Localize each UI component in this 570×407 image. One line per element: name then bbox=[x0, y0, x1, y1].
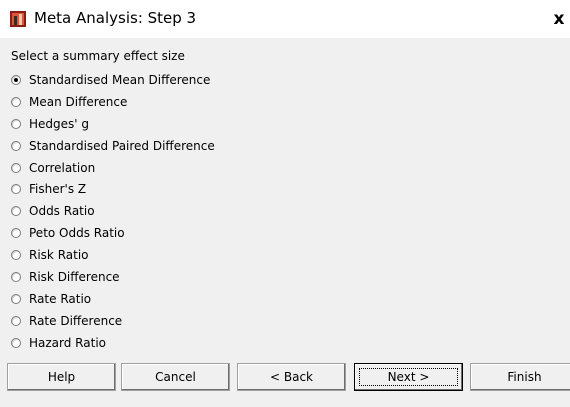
cancel-button[interactable]: Cancel bbox=[121, 363, 230, 391]
radio-option-standardised-mean-difference[interactable]: Standardised Mean Difference bbox=[11, 69, 215, 91]
title-bar[interactable]: Meta Analysis: Step 3 x bbox=[0, 0, 570, 39]
radio-label[interactable]: Peto Odds Ratio bbox=[29, 226, 125, 240]
radio-label[interactable]: Mean Difference bbox=[29, 95, 127, 109]
radio-label[interactable]: Risk Ratio bbox=[29, 248, 89, 262]
radio-label[interactable]: Rate Ratio bbox=[29, 292, 91, 306]
radio-button-icon[interactable] bbox=[11, 250, 21, 261]
radio-button-icon[interactable] bbox=[11, 96, 21, 107]
radio-option-hazard-ratio[interactable]: Hazard Ratio bbox=[11, 332, 215, 354]
radio-label[interactable]: Correlation bbox=[29, 161, 95, 175]
help-button-label: Help bbox=[47, 370, 76, 384]
window-title: Meta Analysis: Step 3 bbox=[34, 9, 197, 27]
radio-label[interactable]: Standardised Paired Difference bbox=[29, 139, 215, 153]
radio-option-mean-difference[interactable]: Mean Difference bbox=[11, 91, 215, 113]
finish-button[interactable]: Finish bbox=[470, 363, 570, 391]
radio-label[interactable]: Rate Difference bbox=[29, 314, 122, 328]
back-button-label: < Back bbox=[269, 370, 313, 384]
radio-button-icon[interactable] bbox=[11, 315, 21, 326]
radio-option-rate-ratio[interactable]: Rate Ratio bbox=[11, 288, 215, 310]
radio-option-correlation[interactable]: Correlation bbox=[11, 157, 215, 179]
app-icon bbox=[10, 11, 26, 27]
radio-button-icon[interactable] bbox=[11, 74, 21, 85]
radio-label[interactable]: Hedges' g bbox=[29, 117, 89, 131]
radio-option-risk-ratio[interactable]: Risk Ratio bbox=[11, 244, 215, 266]
close-button[interactable]: x bbox=[548, 6, 570, 32]
next-button[interactable]: Next > bbox=[354, 363, 463, 391]
radio-option-fishers-z[interactable]: Fisher's Z bbox=[11, 178, 215, 200]
radio-label[interactable]: Odds Ratio bbox=[29, 204, 95, 218]
help-button[interactable]: Help bbox=[7, 363, 116, 391]
radio-option-hedges-g[interactable]: Hedges' g bbox=[11, 113, 215, 135]
radio-button-icon[interactable] bbox=[11, 337, 21, 348]
radio-option-odds-ratio[interactable]: Odds Ratio bbox=[11, 200, 215, 222]
radio-button-icon[interactable] bbox=[11, 118, 21, 129]
radio-button-icon[interactable] bbox=[11, 228, 21, 239]
radio-button-icon[interactable] bbox=[11, 271, 21, 282]
radio-button-icon[interactable] bbox=[11, 140, 21, 151]
radio-option-risk-difference[interactable]: Risk Difference bbox=[11, 266, 215, 288]
dialog-content: Select a summary effect size Standardise… bbox=[0, 38, 570, 407]
radio-button-icon[interactable] bbox=[11, 184, 21, 195]
button-row: Help Cancel < Back Next > Finish bbox=[7, 363, 570, 393]
effect-size-options: Standardised Mean Difference Mean Differ… bbox=[11, 69, 215, 354]
radio-label[interactable]: Risk Difference bbox=[29, 270, 120, 284]
finish-button-label: Finish bbox=[507, 370, 542, 384]
radio-option-peto-odds-ratio[interactable]: Peto Odds Ratio bbox=[11, 222, 215, 244]
cancel-button-label: Cancel bbox=[155, 370, 196, 384]
prompt-label: Select a summary effect size bbox=[11, 49, 185, 63]
radio-button-icon[interactable] bbox=[11, 206, 21, 217]
radio-option-rate-difference[interactable]: Rate Difference bbox=[11, 310, 215, 332]
back-button[interactable]: < Back bbox=[237, 363, 346, 391]
radio-button-icon[interactable] bbox=[11, 162, 21, 173]
radio-label[interactable]: Hazard Ratio bbox=[29, 336, 106, 350]
radio-label[interactable]: Fisher's Z bbox=[29, 182, 86, 196]
next-button-label: Next > bbox=[387, 370, 430, 384]
radio-option-standardised-paired-difference[interactable]: Standardised Paired Difference bbox=[11, 135, 215, 157]
radio-label[interactable]: Standardised Mean Difference bbox=[29, 73, 210, 87]
radio-button-icon[interactable] bbox=[11, 293, 21, 304]
